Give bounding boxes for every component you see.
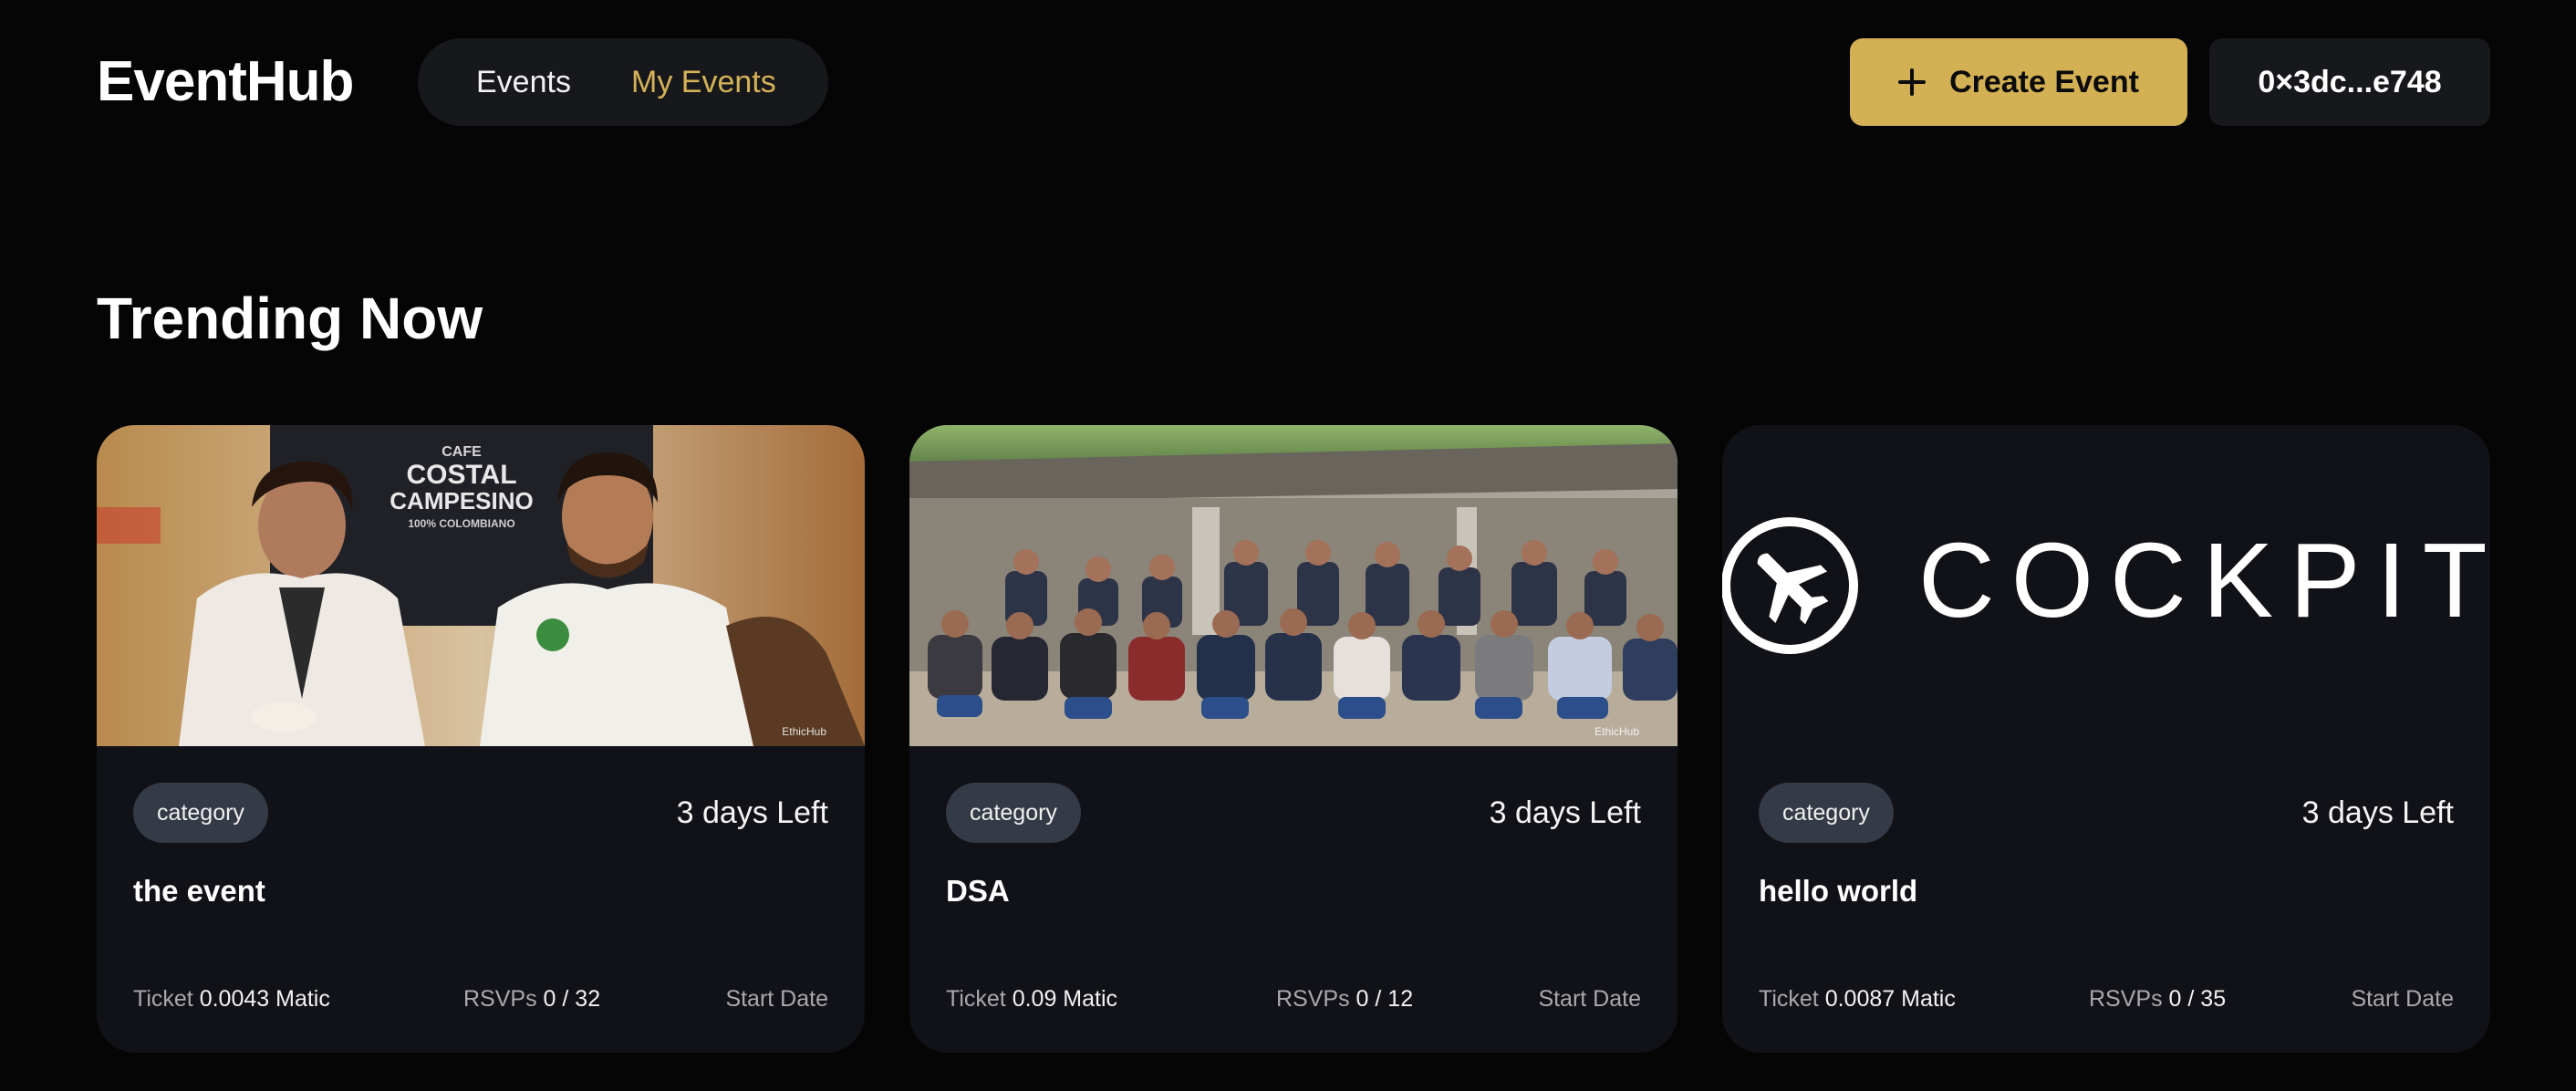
start-date: Start Date: [725, 986, 828, 1012]
event-title: the event: [133, 874, 265, 908]
days-left: 3 days Left: [2301, 795, 2454, 830]
event-card[interactable]: COCKPIT category 3 days Left hello world…: [1722, 425, 2490, 1053]
rsvp-value: 0 / 35: [2168, 986, 2227, 1012]
start-date: Start Date: [2351, 986, 2454, 1012]
ticket-price: Ticket 0.0087 Matic: [1759, 983, 1956, 1014]
main-nav: Events My Events: [418, 38, 828, 126]
rsvp-value: 0 / 12: [1356, 986, 1414, 1012]
rsvp-label: RSVPs: [2089, 986, 2163, 1012]
rsvp-count: RSVPs 0 / 32: [463, 983, 600, 1014]
event-card[interactable]: CAFE COSTAL CAMPESINO 100% COLOMBIANO Et…: [97, 425, 865, 1053]
banner-text-1: CAFE: [441, 444, 482, 460]
event-image: CAFE COSTAL CAMPESINO 100% COLOMBIANO Et…: [97, 425, 865, 746]
nav-my-events[interactable]: My Events: [631, 38, 776, 126]
plus-icon: [1898, 68, 1927, 96]
start-date: Start Date: [1538, 986, 1641, 1012]
top-header: EventHub Events My Events Create Event 0…: [97, 38, 2490, 126]
app-logo[interactable]: EventHub: [97, 38, 354, 126]
ticket-price: Ticket 0.0043 Matic: [133, 983, 330, 1014]
event-image: EthicHub: [909, 425, 1678, 746]
ticket-value: 0.0043 Matic: [199, 986, 330, 1012]
rsvp-label: RSVPs: [463, 986, 537, 1012]
event-title: hello world: [1759, 874, 1918, 908]
ticket-value: 0.09 Matic: [1012, 986, 1118, 1012]
watermark-text: EthicHub: [1594, 725, 1639, 738]
ticket-label: Ticket: [1759, 986, 1819, 1012]
rsvp-label: RSVPs: [1276, 986, 1350, 1012]
create-event-label: Create Event: [1949, 64, 2139, 99]
create-event-button[interactable]: Create Event: [1850, 38, 2187, 126]
banner-text-3: CAMPESINO: [390, 487, 533, 514]
ticket-value: 0.0087 Matic: [1824, 986, 1956, 1012]
event-image: COCKPIT: [1722, 425, 2490, 746]
ticket-label: Ticket: [133, 986, 193, 1012]
event-card[interactable]: EthicHub category 3 days Left DSA Ticket…: [909, 425, 1678, 1053]
rsvp-count: RSVPs 0 / 12: [1276, 983, 1413, 1014]
rsvp-value: 0 / 32: [543, 986, 601, 1012]
banner-text-4: 100% COLOMBIANO: [408, 517, 514, 530]
nav-events[interactable]: Events: [476, 38, 571, 126]
event-title: DSA: [946, 874, 1010, 908]
ticket-label: Ticket: [946, 986, 1006, 1012]
category-badge: category: [946, 783, 1081, 843]
days-left: 3 days Left: [1489, 795, 1641, 830]
category-badge: category: [133, 783, 268, 843]
cockpit-logo-text: COCKPIT: [1918, 521, 2490, 639]
section-title: Trending Now: [97, 286, 483, 351]
watermark-text: EthicHub: [782, 725, 826, 738]
banner-text-2: COSTAL: [406, 460, 516, 490]
rsvp-count: RSVPs 0 / 35: [2089, 983, 2226, 1014]
ticket-price: Ticket 0.09 Matic: [946, 983, 1117, 1014]
wallet-address-button[interactable]: 0×3dc...e748: [2209, 38, 2490, 126]
category-badge: category: [1759, 783, 1894, 843]
days-left: 3 days Left: [676, 795, 828, 830]
